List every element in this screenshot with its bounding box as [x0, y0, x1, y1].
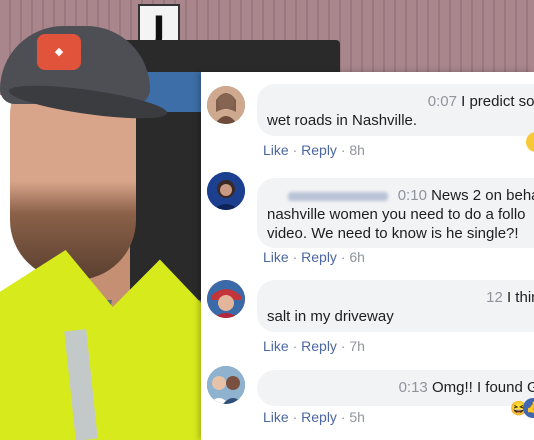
- comment-actions: Like · Reply · 7h: [263, 338, 365, 354]
- reply-link[interactable]: Reply: [301, 338, 337, 354]
- avatar[interactable]: [207, 280, 245, 318]
- comment-timestamp[interactable]: 0:10: [398, 187, 427, 204]
- comment-bubble: 12 I think salt in my driveway: [257, 280, 534, 332]
- comment-text: nashville women you need to do a follo: [267, 206, 526, 223]
- avatar[interactable]: [207, 86, 245, 124]
- comment-age[interactable]: 7h: [349, 338, 365, 354]
- like-link[interactable]: Like: [263, 338, 289, 354]
- reaction-icon[interactable]: [526, 132, 534, 152]
- comment-actions: Like · Reply · 8h: [263, 142, 365, 158]
- like-link[interactable]: Like: [263, 249, 289, 265]
- reply-link[interactable]: Reply: [301, 142, 337, 158]
- comment-text: I predict som: [461, 93, 534, 110]
- separator: ·: [292, 249, 298, 265]
- like-link[interactable]: Like: [263, 142, 289, 158]
- comment-text: wet roads in Nashville.: [267, 112, 418, 129]
- reply-link[interactable]: Reply: [301, 409, 337, 425]
- comments-panel: 0:07 I predict som wet roads in Nashvill…: [201, 72, 534, 440]
- separator: ·: [292, 142, 298, 158]
- comment-text: video. We need to know is he single?!: [267, 225, 519, 242]
- comment-age[interactable]: 8h: [349, 142, 365, 158]
- comment-bubble: 0:10 News 2 on behalf nashville women yo…: [257, 178, 534, 248]
- comment-text: I think: [506, 289, 534, 306]
- separator: ·: [340, 409, 346, 425]
- separator: ·: [292, 338, 298, 354]
- cap-logo-icon: ◆: [37, 34, 81, 70]
- comment-timestamp[interactable]: 0:13: [399, 379, 428, 396]
- separator: ·: [340, 338, 346, 354]
- avatar[interactable]: [207, 172, 245, 210]
- redacted-name: [287, 191, 388, 201]
- comment-bubble: 0:07 I predict som wet roads in Nashvill…: [257, 84, 534, 136]
- like-link[interactable]: Like: [263, 409, 289, 425]
- comment-actions: Like · Reply · 5h: [263, 409, 365, 425]
- separator: ·: [340, 142, 346, 158]
- comment-text: News 2 on behalf: [431, 187, 534, 204]
- comment-bubble: 0:13 Omg!! I found Go: [257, 370, 534, 406]
- comment-text: salt in my driveway: [267, 308, 394, 325]
- comment-timestamp[interactable]: 0:07: [428, 93, 457, 110]
- comment-age[interactable]: 6h: [349, 249, 365, 265]
- separator: ·: [292, 409, 298, 425]
- reply-link[interactable]: Reply: [301, 249, 337, 265]
- separator: ·: [340, 249, 346, 265]
- comment-age[interactable]: 5h: [349, 409, 365, 425]
- comment-text: Omg!! I found Go: [431, 379, 534, 396]
- comment-timestamp[interactable]: 12: [486, 289, 503, 306]
- comment-actions: Like · Reply · 6h: [263, 249, 365, 265]
- avatar[interactable]: [207, 366, 245, 404]
